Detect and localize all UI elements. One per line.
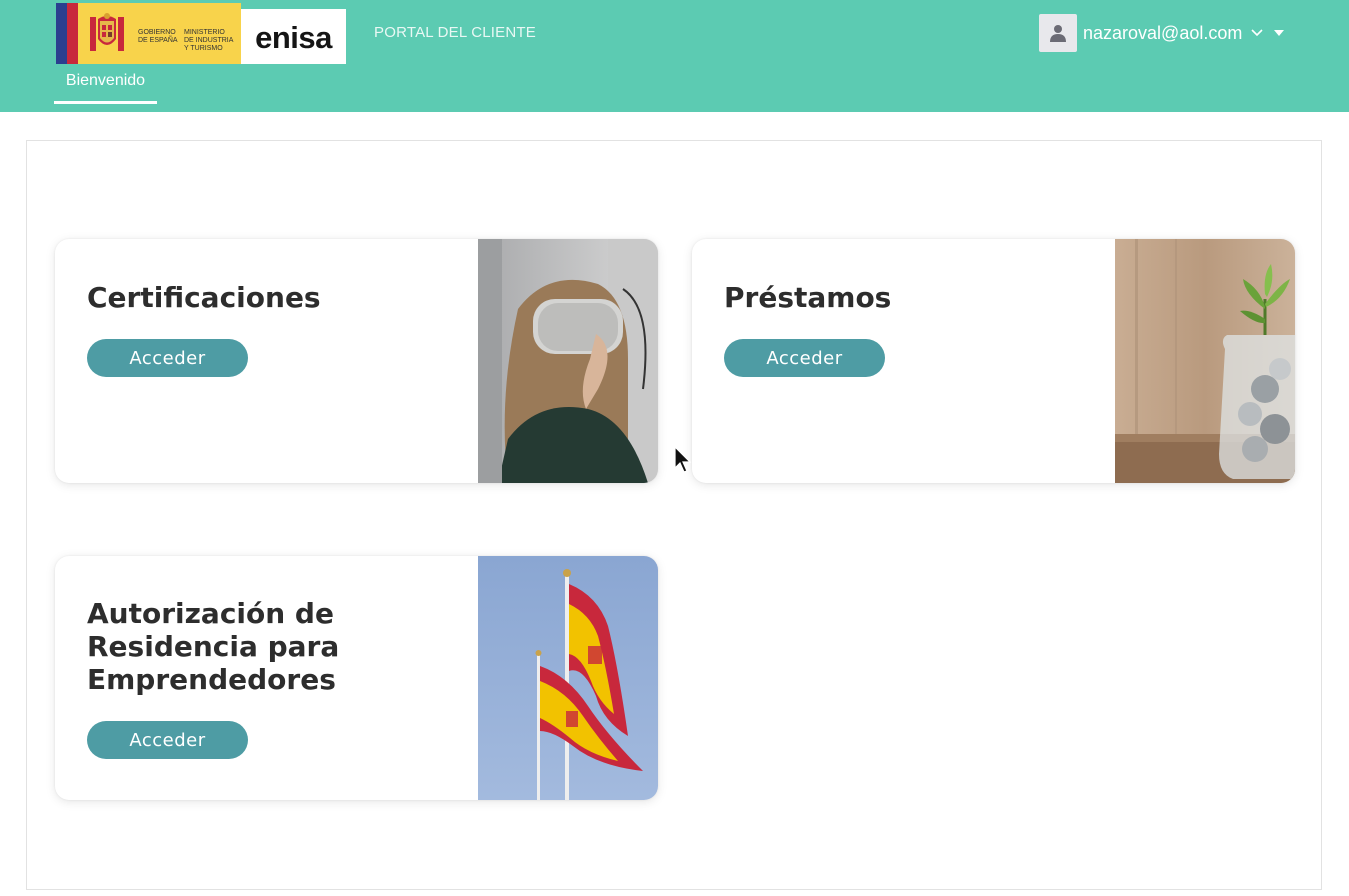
chevron-down-icon[interactable] bbox=[1250, 26, 1264, 40]
card-title: Autorización de Residencia para Emprende… bbox=[87, 597, 340, 696]
user-icon bbox=[1050, 25, 1066, 42]
card-title: Certificaciones bbox=[87, 281, 321, 314]
top-header: GOBIERNO DE ESPAÑA MINISTERIO DE INDUSTR… bbox=[0, 0, 1349, 112]
acceder-button[interactable]: Acceder bbox=[724, 339, 885, 377]
acceder-button[interactable]: Acceder bbox=[87, 721, 248, 759]
avatar[interactable] bbox=[1039, 14, 1077, 52]
mouse-cursor-icon bbox=[674, 446, 692, 473]
eu-flag-strip bbox=[56, 3, 78, 64]
woman-vr-headset-photo bbox=[478, 239, 658, 483]
portal-title: PORTAL DEL CLIENTE bbox=[374, 24, 536, 41]
tab-welcome[interactable]: Bienvenido bbox=[54, 70, 157, 104]
enisa-logo[interactable]: GOBIERNO DE ESPAÑA MINISTERIO DE INDUSTR… bbox=[56, 3, 346, 64]
user-email[interactable]: nazaroval@aol.com bbox=[1083, 23, 1242, 44]
ministry-logo-text: MINISTERIO DE INDUSTRIA Y TURISMO bbox=[184, 29, 234, 52]
coat-of-arms-icon bbox=[90, 13, 124, 51]
coin-jar-plant-photo bbox=[1115, 239, 1295, 483]
acceder-button[interactable]: Acceder bbox=[87, 339, 248, 377]
spanish-flags-photo bbox=[478, 556, 658, 800]
government-logo: GOBIERNO DE ESPAÑA MINISTERIO DE INDUSTR… bbox=[56, 3, 241, 64]
enisa-wordmark: enisa bbox=[241, 3, 346, 64]
gov-logo-text: GOBIERNO DE ESPAÑA bbox=[138, 29, 178, 44]
card-title: Préstamos bbox=[724, 281, 892, 314]
user-menu[interactable]: nazaroval@aol.com bbox=[1039, 14, 1285, 52]
caret-down-icon[interactable] bbox=[1274, 29, 1285, 37]
card-autorizacion-residencia: Autorización de Residencia para Emprende… bbox=[55, 556, 658, 800]
card-certificaciones: Certificaciones Acceder bbox=[55, 239, 658, 483]
card-prestamos: Préstamos Acceder bbox=[692, 239, 1295, 483]
